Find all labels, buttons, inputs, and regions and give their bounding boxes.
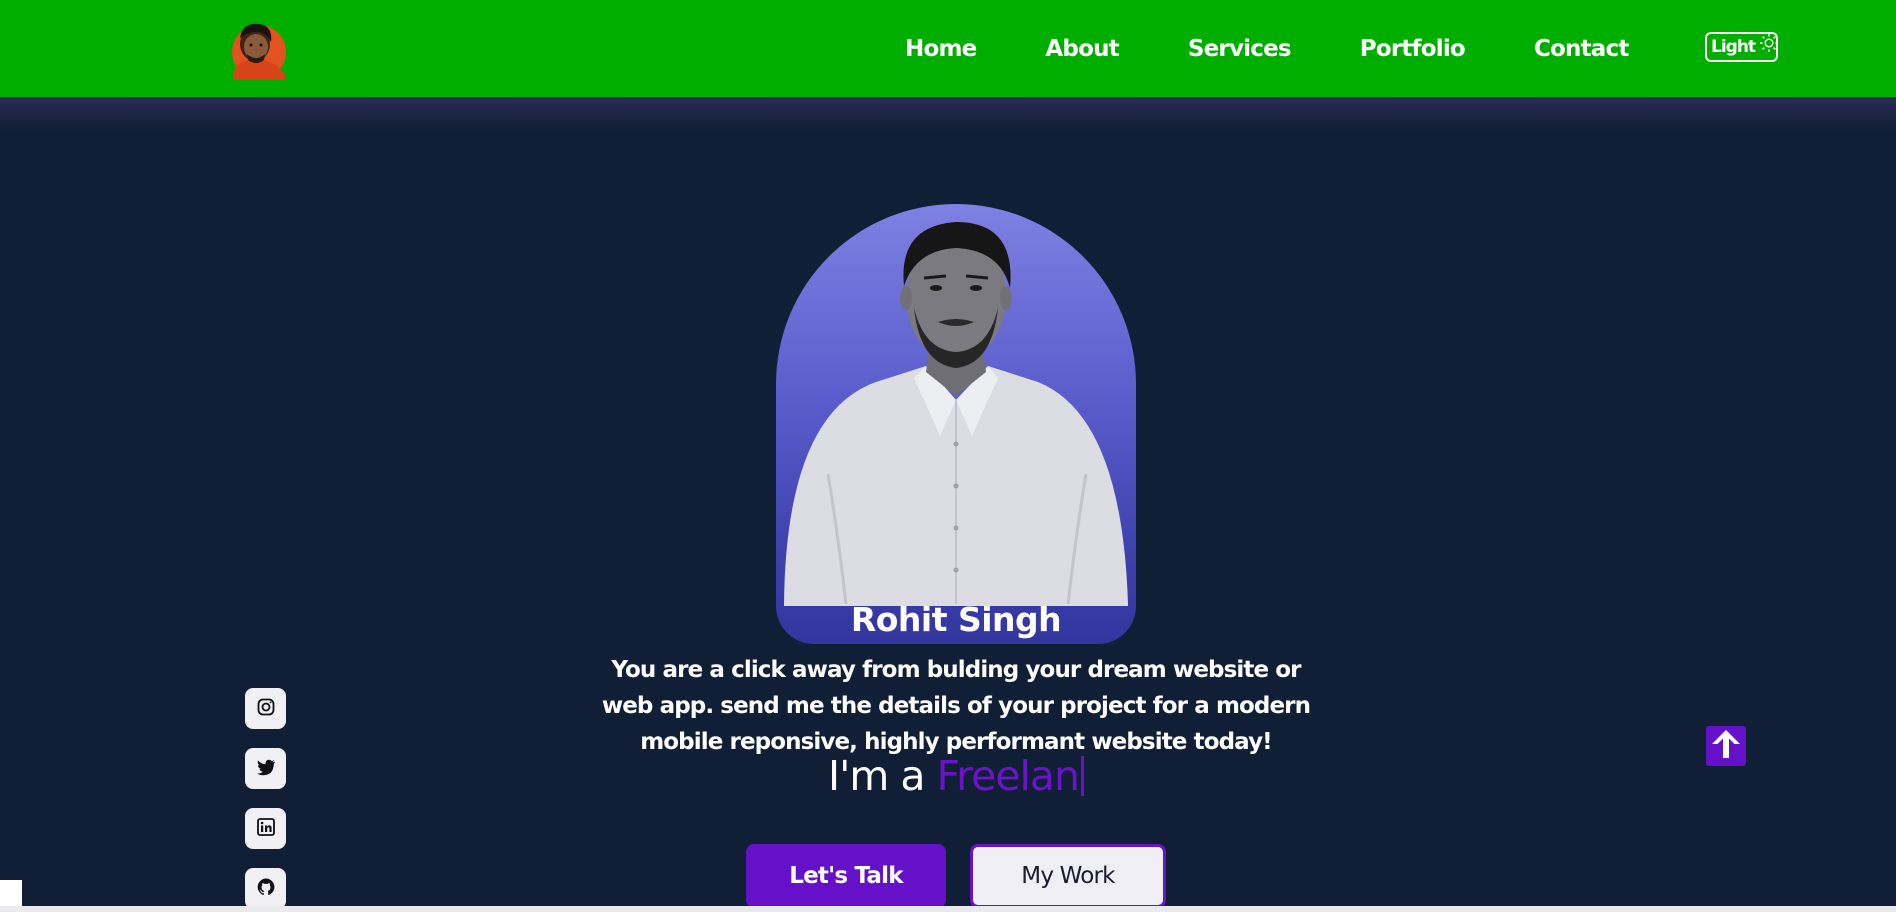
- theme-toggle-label: Light: [1711, 37, 1756, 57]
- nav-link-about[interactable]: About: [1045, 36, 1119, 62]
- page: Home About Services Portfolio Contact Li…: [0, 0, 1896, 912]
- arrow-up-icon: [1709, 727, 1743, 765]
- bottom-edge: [0, 906, 1896, 912]
- lets-talk-button[interactable]: Let's Talk: [746, 844, 946, 908]
- github-icon: [256, 877, 276, 901]
- hero-role-line: I'm a Freelan: [776, 752, 1136, 800]
- hero-description: You are a click away from bulding your d…: [601, 657, 1311, 755]
- sun-icon: [1759, 33, 1779, 53]
- theme-toggle-button[interactable]: Light: [1705, 32, 1779, 62]
- github-link[interactable]: [245, 868, 286, 909]
- nav-link-home[interactable]: Home: [905, 36, 977, 62]
- typing-cursor: [1081, 756, 1084, 796]
- nav-links: Home About Services Portfolio Contact: [905, 29, 1629, 69]
- nav-link-portfolio[interactable]: Portfolio: [1360, 36, 1466, 62]
- role-typed-text: Freelan: [936, 752, 1080, 800]
- instagram-link[interactable]: [245, 688, 286, 729]
- twitter-link[interactable]: [245, 748, 286, 789]
- instagram-icon: [256, 697, 276, 721]
- nav-link-services[interactable]: Services: [1188, 36, 1292, 62]
- navbar-shadow: [0, 97, 1896, 131]
- my-work-button[interactable]: My Work: [970, 844, 1166, 908]
- logo-avatar[interactable]: [227, 16, 287, 80]
- linkedin-icon: [256, 817, 276, 841]
- hero-name: Rohit Singh: [850, 600, 1062, 639]
- twitter-icon: [256, 757, 276, 781]
- scroll-to-top-button[interactable]: [1706, 726, 1746, 766]
- hero-portrait: [776, 204, 1136, 644]
- role-prefix: I'm a: [827, 752, 937, 800]
- navbar: Home About Services Portfolio Contact Li…: [0, 0, 1896, 97]
- linkedin-link[interactable]: [245, 808, 286, 849]
- nav-link-contact[interactable]: Contact: [1534, 36, 1629, 62]
